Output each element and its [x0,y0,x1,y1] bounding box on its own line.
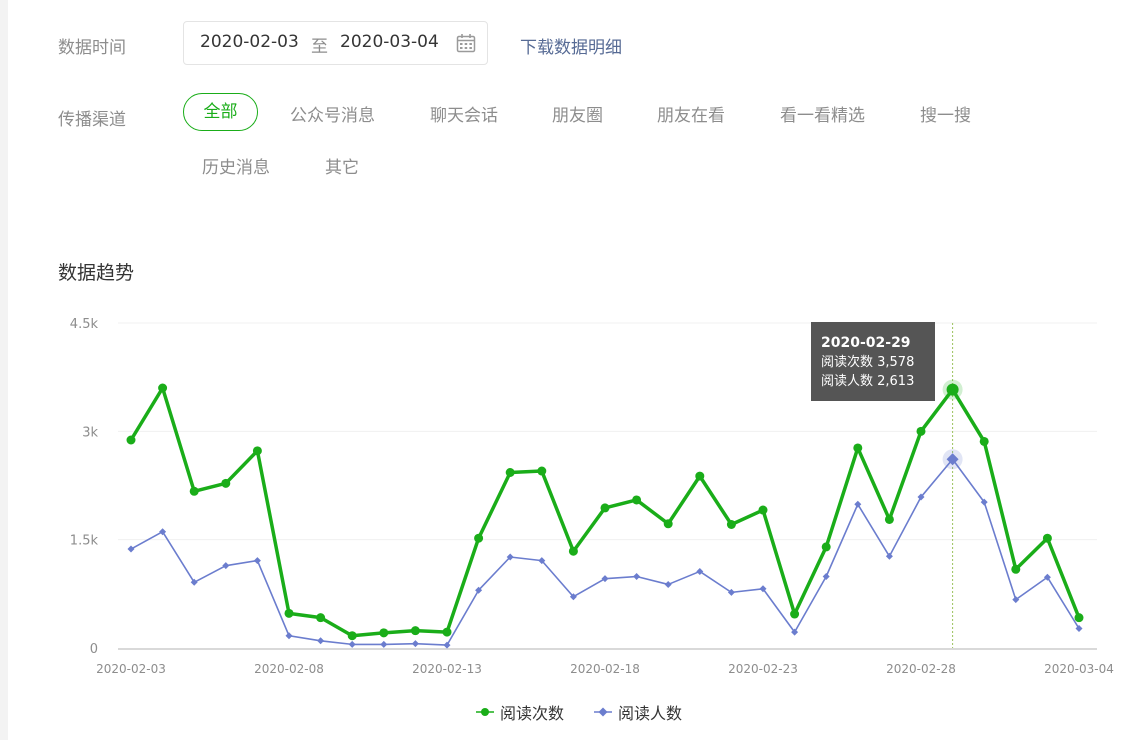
x-tick-label: 2020-02-23 [728,662,798,676]
x-tick-label: 2020-02-18 [570,662,640,676]
data-point-reads [632,495,642,505]
data-point-reads [1074,613,1084,623]
data-point-reads [316,613,326,623]
data-point-reads [442,627,452,637]
series-line-readers [130,458,1080,646]
tooltip-date: 2020-02-29 [821,335,911,351]
data-point-reads [126,435,136,445]
data-point-reads [790,609,800,619]
legend-label-reads: 阅读次数 [500,704,565,723]
data-point-reads [379,628,389,638]
tooltip-line: 阅读次数 3,578 [821,354,914,370]
y-tick-label: 4.5k [70,317,99,332]
data-point-reads [221,478,231,488]
legend-item-reads[interactable]: 阅读次数 [476,700,564,724]
data-point-reads [979,436,989,446]
data-point-readers [127,545,135,553]
data-point-reads [505,468,515,477]
data-point-readers [1075,625,1083,632]
data-point-reads [252,446,262,456]
data-point-reads [284,608,294,618]
tooltip-line: 阅读人数 2,613 [821,374,914,389]
data-point-reads [410,626,420,636]
data-point-readers [348,640,356,648]
data-point-readers [854,500,862,508]
legend-label-readers: 阅读人数 [618,704,683,723]
x-tick-label: 2020-02-08 [254,662,324,676]
legend-marker-circle-icon [476,708,494,716]
x-tick-label: 2020-02-03 [96,662,166,676]
data-point-reads [568,546,578,556]
legend-item-readers[interactable]: 阅读人数 [594,700,682,724]
y-tick-label: 1.5k [70,534,99,549]
data-point-readers [222,562,230,570]
data-point-reads [537,466,547,476]
data-point-reads [821,542,831,552]
legend-marker-diamond-icon [594,707,612,717]
data-point-reads [158,383,168,393]
data-point-readers [411,640,419,648]
data-point-reads [853,443,863,453]
data-point-reads [946,383,959,396]
data-point-reads [189,486,199,496]
data-point-reads [663,519,673,529]
data-point-reads [726,520,736,529]
data-point-readers [885,552,893,560]
data-point-readers [601,575,609,583]
data-point-reads [884,514,894,524]
data-point-readers [443,641,451,649]
data-point-reads [600,503,610,513]
data-point-reads [1011,564,1021,574]
data-point-reads [1042,533,1052,543]
y-tick-label: 3k [82,425,98,440]
data-point-readers [633,573,641,580]
data-point-readers [822,573,830,580]
trend-chart: 0 1.5k 3k 4.5k 2020-02-03 2020-02-08 2020-02-1… [70,317,1114,676]
data-point-reads [758,505,768,515]
y-tick-label: 0 [90,642,98,657]
data-point-reads [474,533,484,543]
data-point-readers [285,632,293,640]
data-point-reads [916,426,926,436]
data-point-readers [317,637,325,645]
x-tick-label: 2020-02-13 [412,662,482,676]
x-tick-label: 2020-03-04 [1044,662,1114,676]
data-point-reads [347,631,357,641]
data-point-readers [380,640,388,648]
data-point-readers [253,557,261,565]
data-point-reads [695,471,705,481]
data-point-readers [664,580,672,588]
x-tick-label: 2020-02-28 [886,662,956,676]
